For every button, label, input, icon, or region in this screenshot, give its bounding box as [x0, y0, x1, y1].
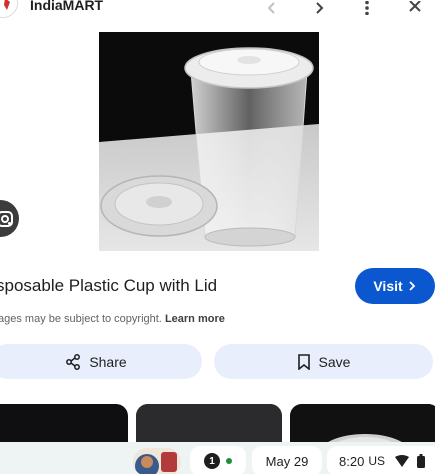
avatar[interactable] [133, 448, 181, 474]
share-icon [66, 353, 81, 370]
more-vert-icon[interactable] [357, 0, 377, 18]
copyright-notice: ages may be subject to copyright. Learn … [0, 313, 225, 325]
save-label: Save [318, 353, 351, 370]
date-display[interactable]: May 29 [252, 446, 322, 474]
notification-count: 1 [204, 453, 220, 469]
bookmark-icon [297, 353, 310, 370]
back-icon[interactable] [262, 0, 282, 18]
close-icon[interactable] [405, 0, 425, 18]
locale-display: US [368, 454, 385, 468]
avatar-graphic [133, 448, 181, 474]
site-logo[interactable] [0, 0, 18, 18]
forward-icon[interactable] [309, 0, 329, 18]
lens-icon [0, 210, 13, 227]
save-button[interactable]: Save [214, 344, 433, 379]
indiamart-logo-icon [0, 0, 12, 12]
plastic-cup-image [99, 32, 319, 251]
site-name[interactable]: IndiaMART [30, 0, 103, 13]
top-bar: IndiaMART [0, 0, 435, 18]
share-label: Share [89, 353, 127, 370]
visit-label: Visit [373, 278, 403, 294]
status-area[interactable]: 8:20 US [327, 446, 435, 474]
visit-button[interactable]: Visit [355, 268, 435, 304]
chevron-right-icon [409, 281, 415, 291]
wifi-icon [394, 455, 409, 467]
copyright-text: ages may be subject to copyright. [0, 313, 162, 325]
lens-search-button[interactable] [0, 200, 19, 237]
battery-icon [416, 454, 425, 468]
status-dot-icon [226, 458, 232, 464]
share-button[interactable]: Share [0, 344, 202, 379]
product-image[interactable] [99, 32, 319, 251]
image-preview-panel: IndiaMART sposable Plastic Cup with Lid … [0, 0, 435, 474]
learn-more-link[interactable]: Learn more [165, 313, 225, 325]
result-title[interactable]: sposable Plastic Cup with Lid [0, 276, 217, 296]
time-display: 8:20 [339, 453, 365, 469]
notification-tray[interactable]: 1 [190, 446, 246, 474]
